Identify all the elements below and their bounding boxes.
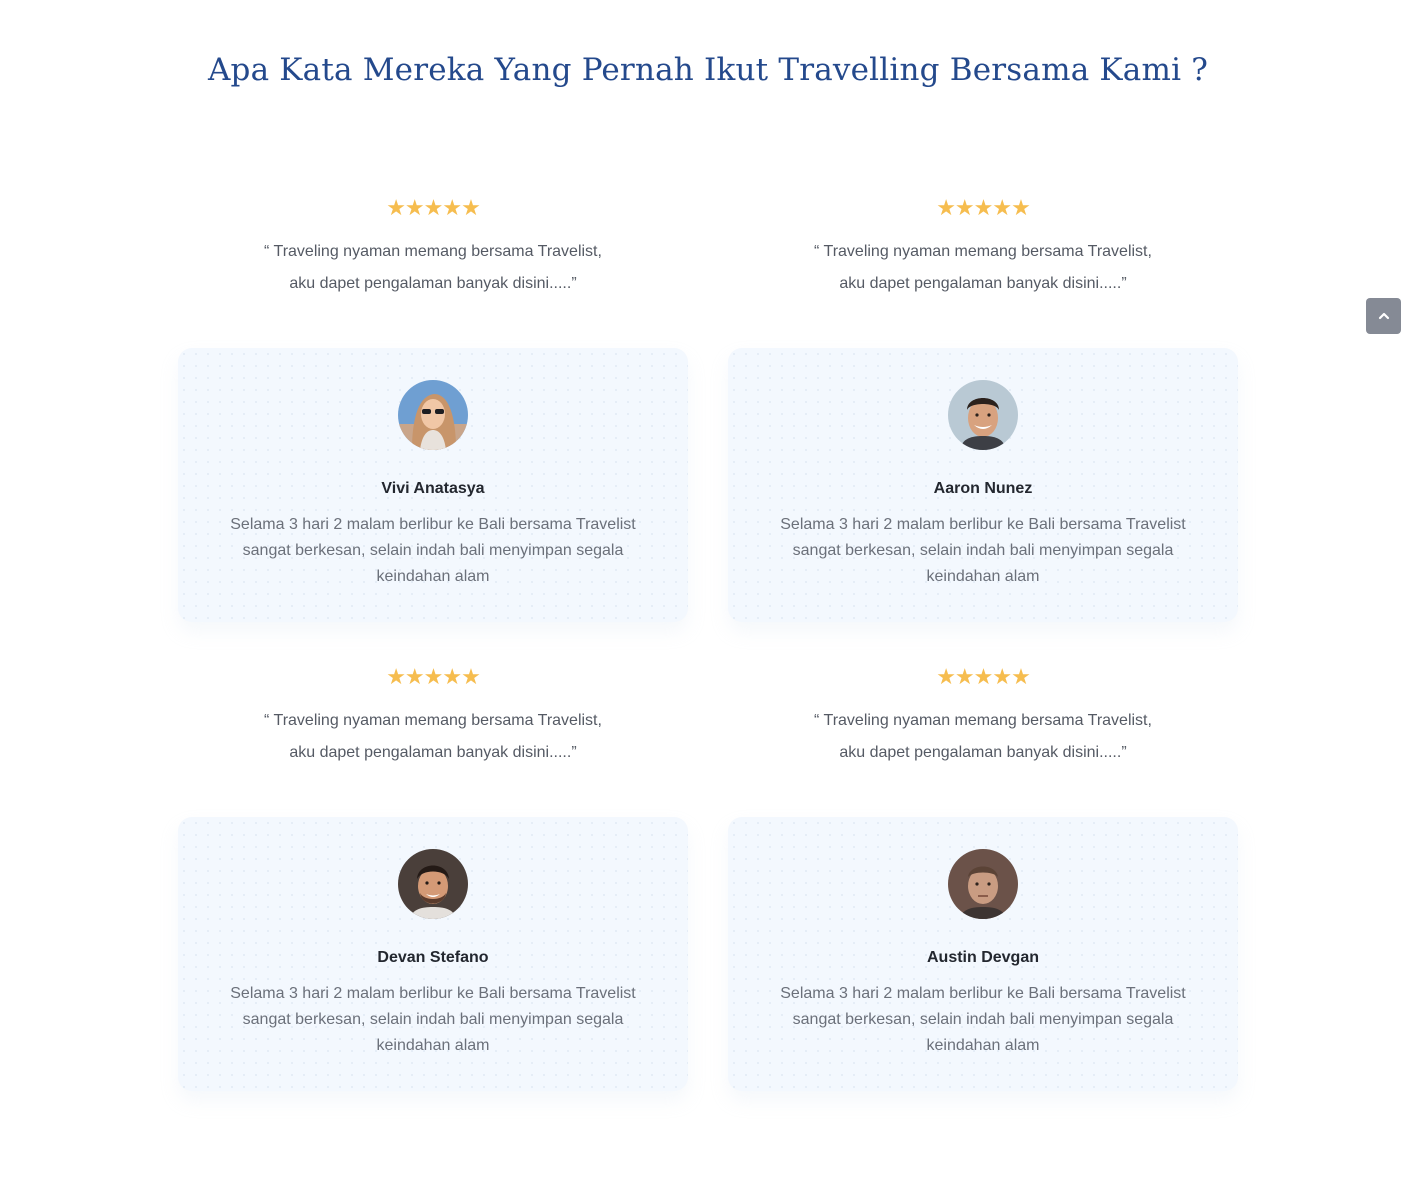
avatar [948,849,1018,919]
reviewer-name: Austin Devgan [926,949,1039,966]
quote-line: “ Traveling nyaman memang bersama Travel… [814,712,1152,729]
quote-line: “ Traveling nyaman memang bersama Travel… [264,243,602,260]
quote-line: aku dapet pengalaman banyak disini.....” [839,744,1127,761]
avatar [398,849,468,919]
review-text: Selama 3 hari 2 malam berlibur ke Bali b… [230,985,636,1054]
scroll-to-top-button[interactable] [1366,298,1401,334]
avatar [398,380,468,450]
testimonial-quote: “ Traveling nyaman memang bersama Travel… [728,236,1238,300]
reviewer-name: Aaron Nunez [933,480,1033,497]
reviewer-name: Devan Stefano [377,949,489,966]
avatar [948,380,1018,450]
quote-line: “ Traveling nyaman memang bersama Travel… [814,243,1152,260]
testimonial-quote: “ Traveling nyaman memang bersama Travel… [178,236,688,300]
testimonial-card: Austin Devgan Selama 3 hari 2 malam berl… [728,817,1238,1091]
star-rating: ★★★★★ [386,195,481,220]
review-text: Selama 3 hari 2 malam berlibur ke Bali b… [780,516,1186,585]
quote-line: aku dapet pengalaman banyak disini.....” [289,275,577,292]
testimonial-card: Aaron Nunez Selama 3 hari 2 malam berlib… [728,348,1238,622]
testimonial-card: Vivi Anatasya Selama 3 hari 2 malam berl… [178,348,688,622]
quote-line: aku dapet pengalaman banyak disini.....” [839,275,1127,292]
chevron-up-icon [1366,312,1401,320]
quote-line: aku dapet pengalaman banyak disini.....” [289,744,577,761]
star-rating: ★★★★★ [936,195,1031,220]
testimonial-quote: “ Traveling nyaman memang bersama Travel… [728,705,1238,769]
star-rating: ★★★★★ [936,664,1031,689]
star-rating: ★★★★★ [386,664,481,689]
review-text: Selama 3 hari 2 malam berlibur ke Bali b… [780,985,1186,1054]
quote-line: “ Traveling nyaman memang bersama Travel… [264,712,602,729]
testimonial-card: Devan Stefano Selama 3 hari 2 malam berl… [178,817,688,1091]
reviewer-name: Vivi Anatasya [381,480,485,497]
review-text: Selama 3 hari 2 malam berlibur ke Bali b… [230,516,636,585]
testimonial-quote: “ Traveling nyaman memang bersama Travel… [178,705,688,769]
section-title: Apa Kata Mereka Yang Pernah Ikut Travell… [207,52,1209,88]
